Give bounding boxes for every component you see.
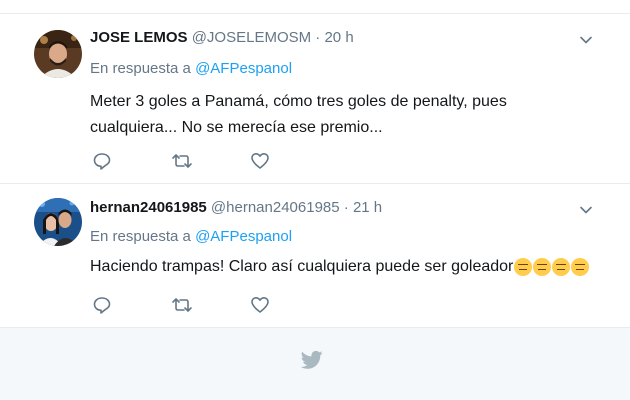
reply-icon: [93, 297, 111, 314]
reply-context: En respuesta a @AFPespanol: [90, 59, 292, 79]
tweet-text: Meter 3 goles a Panamá, cómo tres goles …: [90, 93, 507, 136]
chevron-down-icon[interactable]: [578, 32, 594, 48]
mention-link[interactable]: @AFPespanol: [195, 60, 292, 77]
tweet-text: Haciendo trampas! Claro así cualquiera p…: [90, 254, 590, 280]
chevron-down-icon[interactable]: [578, 202, 594, 218]
tweet-header: JOSE LEMOS @JOSELEMOSM · 20 h: [90, 28, 354, 48]
reply-button[interactable]: [90, 293, 114, 317]
timestamp[interactable]: 20 h: [324, 29, 353, 46]
retweet-button[interactable]: [170, 149, 194, 173]
separator-dot: ·: [343, 199, 349, 216]
timestamp[interactable]: 21 h: [353, 199, 382, 216]
mention-link[interactable]: @AFPespanol: [195, 228, 292, 245]
reply-prefix: En respuesta a: [90, 228, 191, 245]
separator-dot: ·: [315, 29, 321, 46]
tweet-header: hernan24061985 @hernan24061985 · 21 h: [90, 198, 382, 218]
expressionless-face-emoji: [514, 258, 533, 276]
reply-button[interactable]: [90, 149, 114, 173]
tweet[interactable]: hernan24061985 @hernan24061985 · 21 h En…: [0, 184, 630, 328]
expressionless-face-emoji: [533, 258, 552, 276]
previous-tweet-edge: [0, 0, 630, 14]
like-button[interactable]: [248, 293, 272, 317]
display-name[interactable]: hernan24061985: [90, 199, 207, 216]
expressionless-face-emoji: [552, 258, 571, 276]
like-button[interactable]: [248, 149, 272, 173]
avatar-photo: [34, 198, 82, 246]
display-name[interactable]: JOSE LEMOS: [90, 29, 188, 46]
retweet-icon: [172, 154, 192, 168]
tweet[interactable]: JOSE LEMOS @JOSELEMOSM · 20 h En respues…: [0, 14, 630, 184]
avatar-photo: [34, 30, 82, 78]
reply-context: En respuesta a @AFPespanol: [90, 227, 292, 247]
heart-icon: [251, 297, 269, 313]
user-handle[interactable]: @JOSELEMOSM: [192, 29, 311, 46]
expressionless-face-emoji: [571, 258, 590, 276]
tweet-text-content: Haciendo trampas! Claro así cualquiera p…: [90, 258, 514, 275]
avatar[interactable]: [34, 198, 82, 246]
retweet-button[interactable]: [170, 293, 194, 317]
avatar[interactable]: [34, 30, 82, 78]
reply-icon: [93, 153, 111, 170]
retweet-icon: [172, 298, 192, 312]
reply-prefix: En respuesta a: [90, 60, 191, 77]
user-handle[interactable]: @hernan24061985: [211, 199, 340, 216]
twitter-bird-icon: [300, 350, 323, 370]
heart-icon: [251, 153, 269, 169]
